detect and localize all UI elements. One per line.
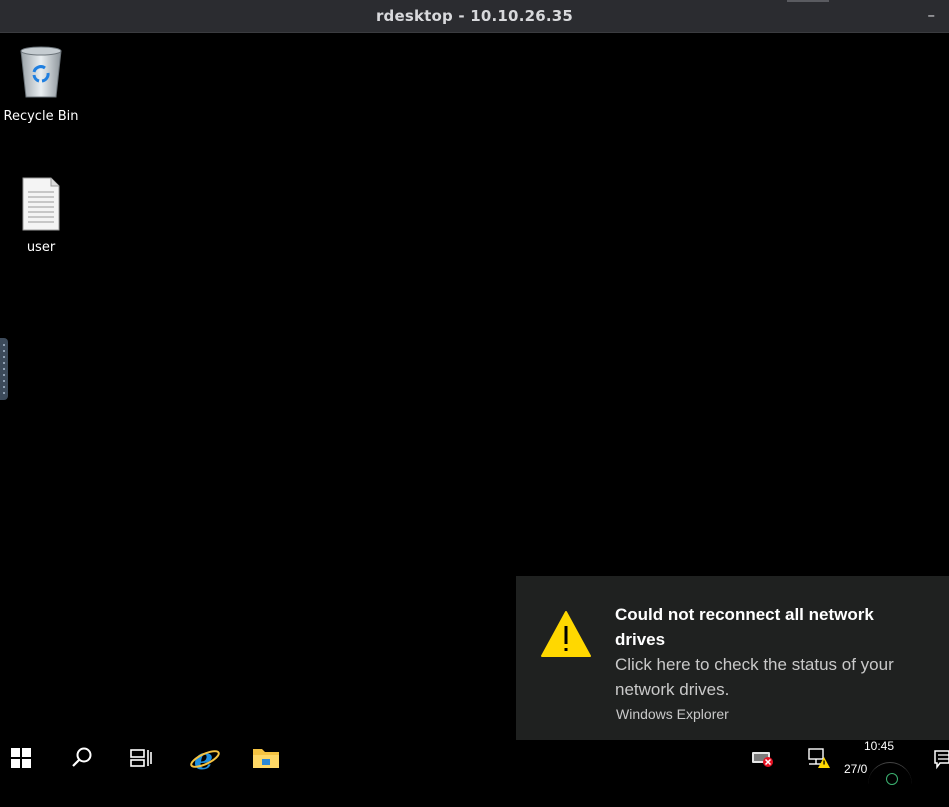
folder-icon xyxy=(252,746,280,774)
recycle-bin-icon xyxy=(15,46,67,105)
network-error-icon xyxy=(750,748,774,772)
notification-source: Windows Explorer xyxy=(616,706,729,722)
notification-center-icon xyxy=(934,750,949,774)
clock-time: 10:45 xyxy=(864,739,895,753)
desktop-icon-recycle-bin[interactable]: Recycle Bin xyxy=(0,43,82,124)
handle-grip-icon xyxy=(3,344,5,394)
file-explorer-button[interactable] xyxy=(246,740,286,780)
tray-clock[interactable]: 10:45 27/0 xyxy=(834,739,928,807)
network-drive-tray-button[interactable] xyxy=(806,746,832,774)
titlebar-divider xyxy=(787,0,829,2)
start-button[interactable] xyxy=(0,740,42,780)
notification-toast[interactable]: Could not reconnect all network drives C… xyxy=(516,576,949,750)
minimize-button[interactable]: – xyxy=(928,6,936,24)
taskbar: e 10:45 27/0 xyxy=(0,739,949,807)
notification-title: Could not reconnect all network drives xyxy=(615,605,874,649)
desktop-icon-label: user xyxy=(26,240,56,255)
window-titlebar[interactable]: rdesktop - 10.10.26.35 – xyxy=(0,0,949,33)
text-file-icon xyxy=(19,177,63,236)
network-tray-button[interactable] xyxy=(749,746,775,774)
search-button[interactable] xyxy=(62,740,102,780)
notification-body: Click here to check the status of your n… xyxy=(615,655,894,699)
desktop-icon-user-file[interactable]: user xyxy=(0,176,82,255)
warning-icon xyxy=(540,610,592,662)
clock-date: 27/0 xyxy=(844,762,868,776)
window-title: rdesktop - 10.10.26.35 xyxy=(375,7,574,25)
windows-logo-icon xyxy=(11,748,31,772)
network-drive-warning-icon xyxy=(807,747,831,773)
internet-explorer-icon: e xyxy=(189,742,221,778)
action-center-button[interactable] xyxy=(934,748,949,772)
desktop-icon-label: Recycle Bin xyxy=(3,109,79,124)
desktop[interactable]: Recycle Bin user Could not reconnect all… xyxy=(0,33,949,750)
overlay-ring-icon xyxy=(886,773,898,785)
task-view-button[interactable] xyxy=(121,740,161,780)
side-panel-handle[interactable] xyxy=(0,338,8,400)
task-view-icon xyxy=(130,748,152,772)
internet-explorer-button[interactable]: e xyxy=(185,740,225,780)
search-icon xyxy=(71,747,93,773)
